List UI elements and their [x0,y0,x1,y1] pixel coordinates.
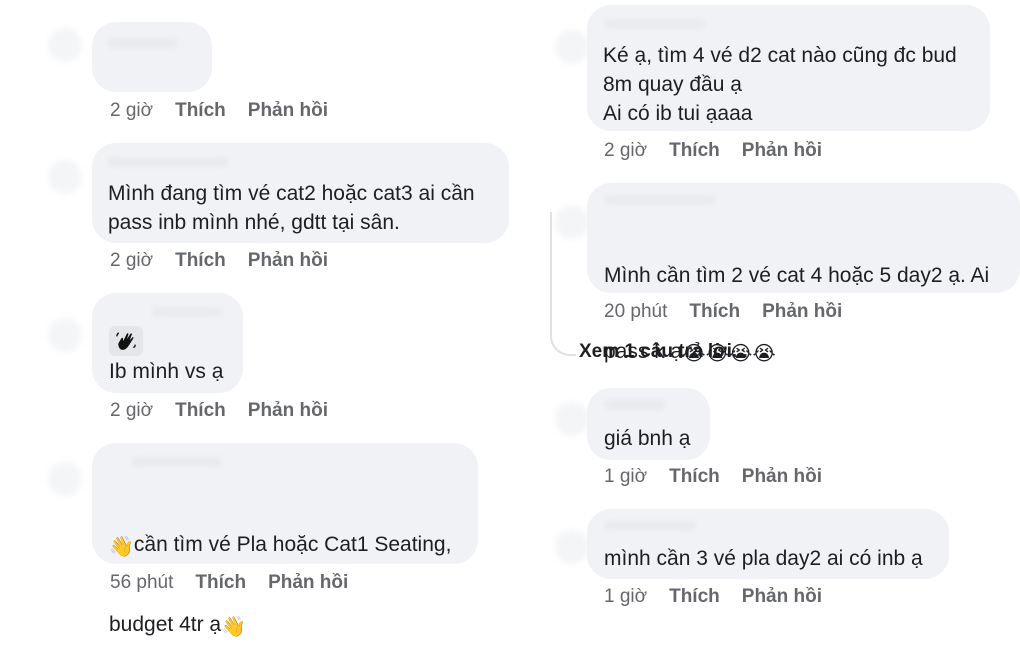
view-more-replies-link[interactable]: Xem 1 câu trả lời... [579,341,748,363]
comment-meta: 56 phút Thích Phản hồi [110,572,370,594]
comment-text: Mình đang tìm vé cat2 hoặc cat3 ai cần p… [108,182,475,234]
like-button[interactable]: Thích [689,301,740,322]
comment-text-line: cần tìm vé Pla hoặc Cat1 Seating, [133,533,452,556]
comment-bubble: Ib mình vs ạ [92,293,243,393]
comment-meta: 2 giờ Thích Phản hồi [110,250,350,272]
blurred-author-name[interactable] [605,19,705,29]
avatar[interactable] [555,205,589,239]
blurred-author-name[interactable] [605,400,665,410]
like-button[interactable]: Thích [195,572,246,593]
comment-time[interactable]: 1 giờ [604,466,647,487]
reply-button[interactable]: Phản hồi [268,572,348,593]
comment-text-line: budget 4tr ạ [109,613,222,636]
comment-bubble: giá bnh ạ [587,388,710,460]
comment-text: 👋cần tìm vé Pla hoặc Cat1 Seating, budge… [109,485,451,645]
like-button[interactable]: Thích [175,100,226,121]
blurred-author-name[interactable] [132,457,222,467]
like-button[interactable]: Thích [175,400,226,421]
comment-time[interactable]: 56 phút [110,572,173,593]
avatar[interactable] [555,402,589,436]
comment-meta: 1 giờ Thích Phản hồi [604,586,844,608]
avatar[interactable] [555,30,589,64]
waving-hand-emoji: 👋 [109,536,134,558]
blurred-author-name[interactable] [108,157,228,167]
avatar[interactable] [48,462,82,496]
avatar[interactable] [48,318,82,352]
like-button[interactable]: Thích [669,140,720,161]
like-button[interactable]: Thích [669,586,720,607]
comment-time[interactable]: 2 giờ [110,400,153,421]
comment-time[interactable]: 2 giờ [604,140,647,161]
comment-meta: 20 phút Thích Phản hồi [604,301,864,323]
comment-text: giá bnh ạ [604,427,691,450]
comment-bubble: Mình đang tìm vé cat2 hoặc cat3 ai cần p… [92,143,509,243]
reply-button[interactable]: Phản hồi [742,466,822,487]
waving-hand-emoji: 👋 [221,616,246,638]
comment-time[interactable]: 2 giờ [110,250,153,271]
reply-button[interactable]: Phản hồi [248,250,328,271]
comment-bubble: Mình cần tìm 2 vé cat 4 hoặc 5 day2 ạ. A… [587,183,1020,364]
comment-meta: 1 giờ Thích Phản hồi [604,466,844,488]
comment-time[interactable]: 1 giờ [604,586,647,607]
reply-button[interactable]: Phản hồi [742,140,822,161]
reply-button[interactable]: Phản hồi [762,301,842,322]
comment-meta: 2 giờ Thích Phản hồi [110,400,350,422]
like-button[interactable]: Thích [175,250,226,271]
avatar[interactable] [48,160,82,194]
comment-time[interactable]: 2 giờ [110,100,153,121]
like-button[interactable]: Thích [669,466,720,487]
avatar[interactable] [555,530,589,564]
comment-meta: 2 giờ Thích Phản hồi [110,100,350,122]
blurred-author-name[interactable] [605,195,715,205]
blurred-author-name[interactable] [152,307,222,317]
comment-time[interactable]: 20 phút [604,301,667,322]
waving-hand-icon [109,326,143,356]
comment-bubble: mình cần 3 vé pla day2 ai có inb ạ [587,509,949,579]
comment-bubble: 👋cần tìm vé Pla hoặc Cat1 Seating, budge… [92,443,478,637]
reply-button[interactable]: Phản hồi [248,100,328,121]
avatar[interactable] [48,28,82,62]
comment-bubble [92,22,212,92]
comment-text: mình cần 3 vé pla day2 ai có inb ạ [604,547,923,570]
comment-text: Ké ạ, tìm 4 vé d2 cat nào cũng đc bud 8m… [603,44,957,125]
comment-text-line: Mình cần tìm 2 vé cat 4 hoặc 5 day2 ạ. A… [604,264,990,287]
comment-meta: 2 giờ Thích Phản hồi [604,140,844,162]
blurred-author-name[interactable] [108,38,178,48]
comment-text: Ib mình vs ạ [109,360,224,383]
reply-button[interactable]: Phản hồi [248,400,328,421]
reply-button[interactable]: Phản hồi [742,586,822,607]
comment-bubble: Ké ạ, tìm 4 vé d2 cat nào cũng đc bud 8m… [587,5,990,131]
blurred-author-name[interactable] [605,521,695,531]
